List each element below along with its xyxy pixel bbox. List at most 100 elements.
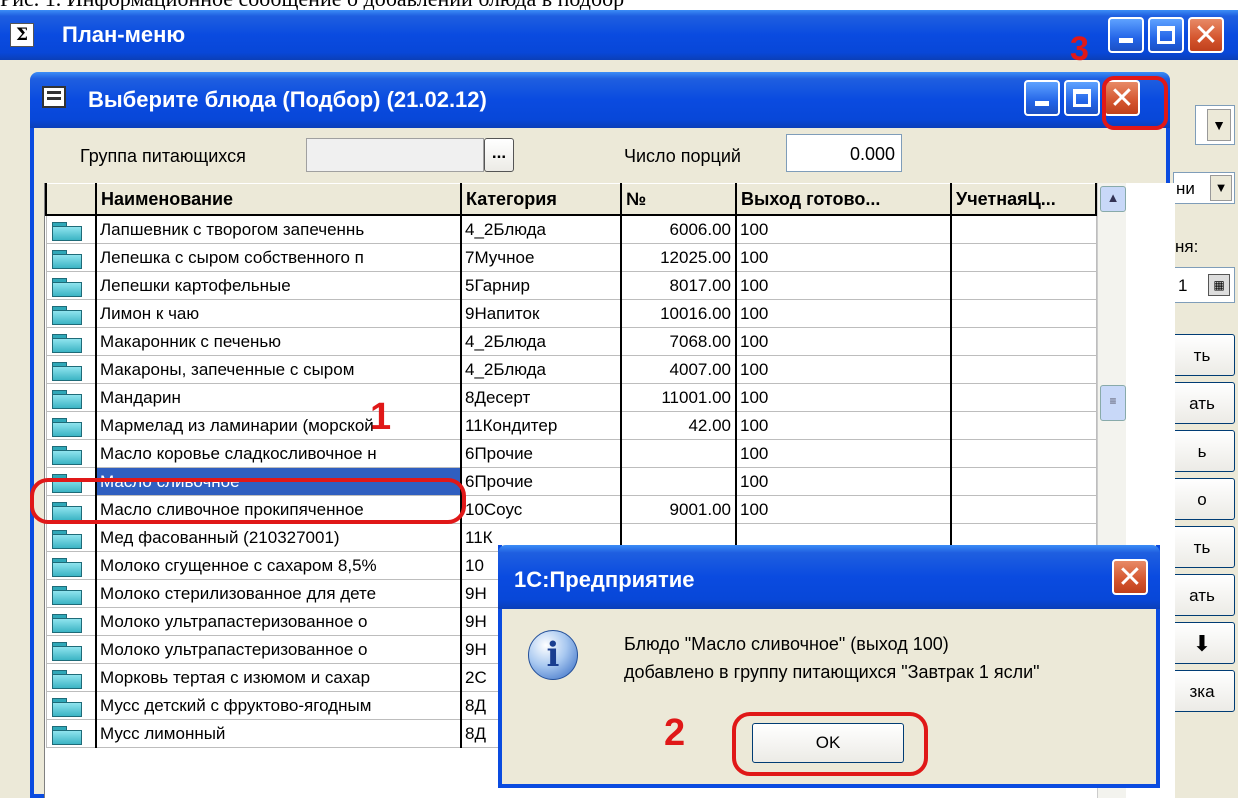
cell-icon[interactable] [45, 439, 97, 468]
cell-name[interactable]: Макаронник с печенью [95, 327, 462, 356]
cell-name[interactable]: Масло коровье сладкосливочное н [95, 439, 462, 468]
cell-name[interactable]: Мусс детский с фруктово-ягодным [95, 691, 462, 720]
dialog-titlebar[interactable]: 1С:Предприятие ✕ [498, 545, 1160, 609]
cell-category[interactable]: 4_2Блюда [460, 327, 622, 356]
cell-icon[interactable] [45, 551, 97, 580]
cell-icon[interactable] [45, 635, 97, 664]
table-row[interactable]: Макароны, запеченные с сыром 4_2Блюда 4007… [45, 355, 1097, 384]
cell-category[interactable]: 7Мучное [460, 243, 622, 272]
outer-titlebar[interactable]: Σ План-меню ✕ [0, 10, 1238, 60]
outer-combo-2[interactable]: ни ▼ [1173, 172, 1235, 204]
portions-field[interactable]: 0.000 [786, 134, 902, 172]
outer-maximize-button[interactable] [1148, 17, 1184, 53]
outer-side-button-6[interactable]: ать [1169, 574, 1235, 616]
cell-icon[interactable] [45, 691, 97, 720]
outer-side-button-1[interactable]: ть [1169, 334, 1235, 376]
outer-side-button-3[interactable]: ь [1169, 430, 1235, 472]
cell-category[interactable]: 6Прочие [460, 439, 622, 468]
cell-name[interactable]: Лапшевник с творогом запеченнь [95, 214, 462, 244]
cell-number[interactable]: 4007.00 [620, 355, 737, 384]
column-header-category[interactable]: Категория [460, 183, 622, 216]
cell-icon[interactable] [45, 214, 97, 244]
cell-price[interactable] [950, 439, 1097, 468]
cell-output[interactable]: 100 [735, 439, 952, 468]
cell-number[interactable] [620, 439, 737, 468]
cell-price[interactable] [950, 271, 1097, 300]
inner-titlebar[interactable]: Выберите блюда (Подбор) (21.02.12) ✕ [30, 72, 1170, 128]
inner-minimize-button[interactable] [1024, 80, 1060, 116]
cell-category[interactable]: 6Прочие [460, 467, 622, 496]
cell-name[interactable]: Лепешка с сыром собственного п [95, 243, 462, 272]
cell-price[interactable] [950, 299, 1097, 328]
table-row[interactable]: Мандарин 8Десерт 11001.00 100 [45, 383, 1097, 412]
outer-close-button[interactable]: ✕ [1188, 17, 1224, 53]
cell-icon[interactable] [45, 411, 97, 440]
table-row[interactable]: Макаронник с печенью 4_2Блюда 7068.00 100 [45, 327, 1097, 356]
cell-icon[interactable] [45, 271, 97, 300]
cell-name[interactable]: Лимон к чаю [95, 299, 462, 328]
cell-number[interactable]: 11001.00 [620, 383, 737, 412]
cell-output[interactable]: 100 [735, 355, 952, 384]
cell-price[interactable] [950, 495, 1097, 524]
cell-name[interactable]: Мармелад из ламинарии (морской [95, 411, 462, 440]
cell-icon[interactable] [45, 355, 97, 384]
cell-output[interactable]: 100 [735, 299, 952, 328]
calendar-icon[interactable]: ▦ [1208, 274, 1230, 296]
cell-name[interactable]: Мед фасованный (210327001) [95, 523, 462, 552]
cell-name[interactable]: Молоко ультрапастеризованное о [95, 635, 462, 664]
cell-output[interactable]: 100 [735, 243, 952, 272]
column-header-number[interactable]: № [620, 183, 737, 216]
scroll-up-button[interactable]: ▲ [1100, 186, 1126, 212]
cell-category[interactable]: 4_2Блюда [460, 355, 622, 384]
cell-output[interactable]: 100 [735, 214, 952, 244]
cell-category[interactable]: 10Соус [460, 495, 622, 524]
outer-side-button-down[interactable]: ⬇ [1169, 622, 1235, 664]
cell-number[interactable]: 7068.00 [620, 327, 737, 356]
cell-icon[interactable] [45, 579, 97, 608]
cell-price[interactable] [950, 243, 1097, 272]
group-select-button[interactable]: ... [484, 138, 514, 172]
cell-icon[interactable] [45, 719, 97, 748]
cell-icon[interactable] [45, 243, 97, 272]
outer-side-button-7[interactable]: зка [1169, 670, 1235, 712]
cell-output[interactable]: 100 [735, 495, 952, 524]
cell-name[interactable]: Мусс лимонный [95, 719, 462, 748]
cell-output[interactable]: 100 [735, 327, 952, 356]
table-row[interactable]: Лимон к чаю 9Напиток 10016.00 100 [45, 299, 1097, 328]
cell-category[interactable]: 4_2Блюда [460, 214, 622, 244]
cell-number[interactable]: 8017.00 [620, 271, 737, 300]
outer-side-button-2[interactable]: ать [1169, 382, 1235, 424]
cell-category[interactable]: 5Гарнир [460, 271, 622, 300]
group-field[interactable] [306, 138, 484, 172]
cell-price[interactable] [950, 327, 1097, 356]
cell-category[interactable]: 9Напиток [460, 299, 622, 328]
cell-name[interactable]: Молоко сгущенное с сахаром 8,5% [95, 551, 462, 580]
cell-output[interactable]: 100 [735, 271, 952, 300]
cell-price[interactable] [950, 467, 1097, 496]
cell-name[interactable]: Молоко стерилизованное для дете [95, 579, 462, 608]
table-row[interactable]: Масло коровье сладкосливочное н 6Прочие 10… [45, 439, 1097, 468]
table-row[interactable]: Мармелад из ламинарии (морской 11Кондитер… [45, 411, 1097, 440]
cell-icon[interactable] [45, 607, 97, 636]
cell-name[interactable]: Мандарин [95, 383, 462, 412]
cell-number[interactable]: 42.00 [620, 411, 737, 440]
cell-name[interactable]: Лепешки картофельные [95, 271, 462, 300]
column-header-price[interactable]: УчетнаяЦ... [950, 183, 1097, 216]
scroll-thumb[interactable]: ≡ [1100, 385, 1126, 421]
cell-number[interactable] [620, 467, 737, 496]
outer-date-field[interactable]: 1 ▦ [1173, 267, 1235, 303]
cell-icon[interactable] [45, 299, 97, 328]
cell-price[interactable] [950, 355, 1097, 384]
table-row[interactable]: Лепешка с сыром собственного п 7Мучное 120… [45, 243, 1097, 272]
inner-maximize-button[interactable] [1064, 80, 1100, 116]
cell-number[interactable]: 10016.00 [620, 299, 737, 328]
cell-icon[interactable] [45, 663, 97, 692]
column-header-name[interactable]: Наименование [95, 183, 462, 216]
cell-name[interactable]: Морковь тертая с изюмом и сахар [95, 663, 462, 692]
cell-icon[interactable] [45, 383, 97, 412]
cell-output[interactable]: 100 [735, 411, 952, 440]
cell-output[interactable]: 100 [735, 383, 952, 412]
cell-number[interactable]: 9001.00 [620, 495, 737, 524]
cell-number[interactable]: 12025.00 [620, 243, 737, 272]
outer-side-button-4[interactable]: о [1169, 478, 1235, 520]
